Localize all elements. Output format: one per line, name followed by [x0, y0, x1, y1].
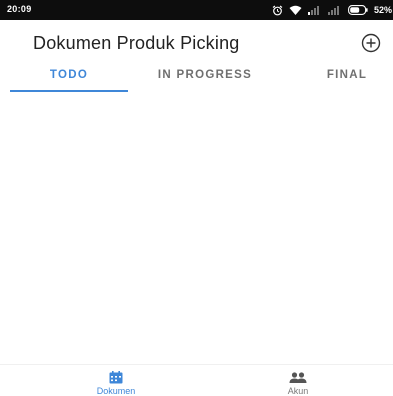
- wifi-icon: [289, 5, 302, 16]
- status-bar: 20:09 52%: [0, 0, 393, 20]
- battery-icon: [348, 5, 368, 15]
- status-icons: 52%: [272, 2, 393, 18]
- tab-todo[interactable]: TODO: [10, 66, 128, 90]
- plus-circle-icon: [360, 33, 382, 58]
- battery-percentage: 52%: [373, 5, 392, 15]
- alarm-icon: [272, 5, 283, 16]
- tab-final[interactable]: FINAL: [308, 66, 386, 90]
- app-bar: Dokumen Produk Picking: [0, 20, 393, 66]
- bottom-nav: Dokumen Akun: [0, 364, 393, 396]
- signal-icon: [307, 5, 322, 15]
- nav-item-dokumen[interactable]: Dokumen: [56, 365, 176, 396]
- add-document-button[interactable]: [360, 32, 382, 54]
- nav-item-akun[interactable]: Akun: [238, 365, 358, 396]
- nav-label-dokumen: Dokumen: [96, 386, 136, 396]
- status-time: 20:09: [7, 4, 32, 14]
- nav-label-akun: Akun: [287, 386, 309, 396]
- signal-2-icon: [327, 5, 342, 15]
- tab-bar: TODO IN PROGRESS FINAL: [0, 66, 393, 92]
- document-list: [0, 92, 393, 364]
- tab-in-progress[interactable]: IN PROGRESS: [142, 66, 268, 90]
- page-title: Dokumen Produk Picking: [33, 33, 240, 53]
